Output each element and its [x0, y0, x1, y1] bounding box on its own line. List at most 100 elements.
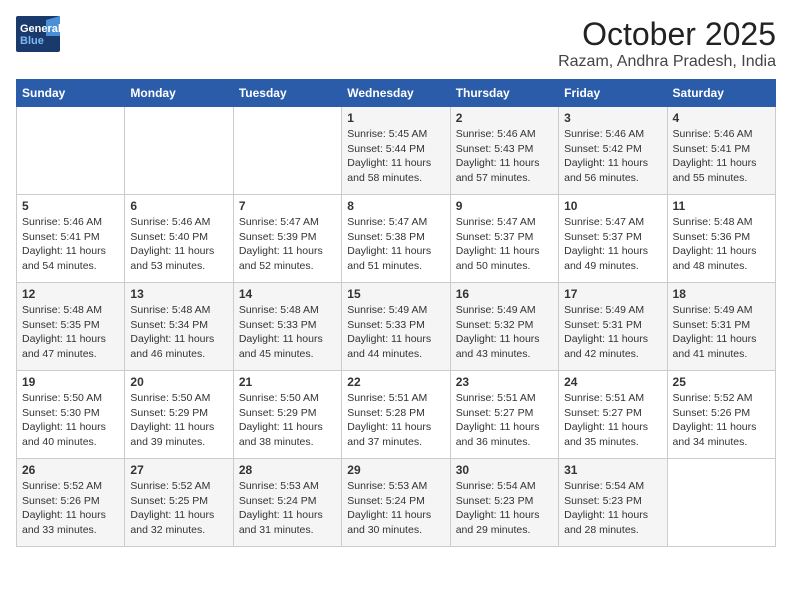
day-info: Sunrise: 5:51 AM Sunset: 5:27 PM Dayligh…: [564, 391, 661, 450]
day-info: Sunrise: 5:53 AM Sunset: 5:24 PM Dayligh…: [239, 479, 336, 538]
day-number: 10: [564, 199, 661, 213]
day-number: 11: [673, 199, 770, 213]
day-number: 23: [456, 375, 553, 389]
table-row: 17 Sunrise: 5:49 AM Sunset: 5:31 PM Dayli…: [559, 283, 667, 371]
calendar-week-row: 5 Sunrise: 5:46 AM Sunset: 5:41 PM Daylig…: [17, 195, 776, 283]
day-info: Sunrise: 5:46 AM Sunset: 5:43 PM Dayligh…: [456, 127, 553, 186]
day-number: 9: [456, 199, 553, 213]
table-row: 9 Sunrise: 5:47 AM Sunset: 5:37 PM Daylig…: [450, 195, 558, 283]
day-number: 8: [347, 199, 444, 213]
svg-text:Blue: Blue: [20, 35, 44, 47]
table-row: 10 Sunrise: 5:47 AM Sunset: 5:37 PM Dayli…: [559, 195, 667, 283]
day-number: 20: [130, 375, 227, 389]
day-number: 16: [456, 287, 553, 301]
col-sunday: Sunday: [17, 80, 125, 107]
day-info: Sunrise: 5:48 AM Sunset: 5:36 PM Dayligh…: [673, 215, 770, 274]
table-row: 18 Sunrise: 5:49 AM Sunset: 5:31 PM Dayli…: [667, 283, 775, 371]
day-number: 27: [130, 463, 227, 477]
day-info: Sunrise: 5:46 AM Sunset: 5:40 PM Dayligh…: [130, 215, 227, 274]
day-info: Sunrise: 5:50 AM Sunset: 5:29 PM Dayligh…: [239, 391, 336, 450]
table-row: 27 Sunrise: 5:52 AM Sunset: 5:25 PM Dayli…: [125, 459, 233, 547]
table-row: 3Sunrise: 5:46 AM Sunset: 5:42 PM Daylig…: [559, 107, 667, 195]
day-number: 7: [239, 199, 336, 213]
calendar-week-row: 19 Sunrise: 5:50 AM Sunset: 5:30 PM Dayli…: [17, 371, 776, 459]
day-number: 4: [673, 111, 770, 125]
day-info: Sunrise: 5:46 AM Sunset: 5:41 PM Dayligh…: [22, 215, 119, 274]
day-info: Sunrise: 5:54 AM Sunset: 5:23 PM Dayligh…: [456, 479, 553, 538]
day-info: Sunrise: 5:52 AM Sunset: 5:25 PM Dayligh…: [130, 479, 227, 538]
day-info: Sunrise: 5:48 AM Sunset: 5:34 PM Dayligh…: [130, 303, 227, 362]
calendar-header-row: Sunday Monday Tuesday Wednesday Thursday…: [17, 80, 776, 107]
col-thursday: Thursday: [450, 80, 558, 107]
table-row: 28 Sunrise: 5:53 AM Sunset: 5:24 PM Dayli…: [233, 459, 341, 547]
table-row: 29 Sunrise: 5:53 AM Sunset: 5:24 PM Dayli…: [342, 459, 450, 547]
table-row: 25 Sunrise: 5:52 AM Sunset: 5:26 PM Dayli…: [667, 371, 775, 459]
table-row: 23 Sunrise: 5:51 AM Sunset: 5:27 PM Dayli…: [450, 371, 558, 459]
day-number: 2: [456, 111, 553, 125]
svg-text:General: General: [20, 23, 60, 35]
day-info: Sunrise: 5:49 AM Sunset: 5:31 PM Dayligh…: [564, 303, 661, 362]
col-friday: Friday: [559, 80, 667, 107]
table-row: 16 Sunrise: 5:49 AM Sunset: 5:32 PM Dayli…: [450, 283, 558, 371]
day-info: Sunrise: 5:46 AM Sunset: 5:42 PM Dayligh…: [564, 127, 661, 186]
day-info: Sunrise: 5:49 AM Sunset: 5:33 PM Dayligh…: [347, 303, 444, 362]
col-tuesday: Tuesday: [233, 80, 341, 107]
day-info: Sunrise: 5:49 AM Sunset: 5:32 PM Dayligh…: [456, 303, 553, 362]
day-number: 29: [347, 463, 444, 477]
month-year: October 2025: [558, 16, 776, 53]
table-row: [125, 107, 233, 195]
day-info: Sunrise: 5:50 AM Sunset: 5:29 PM Dayligh…: [130, 391, 227, 450]
table-row: 12 Sunrise: 5:48 AM Sunset: 5:35 PM Dayli…: [17, 283, 125, 371]
day-info: Sunrise: 5:53 AM Sunset: 5:24 PM Dayligh…: [347, 479, 444, 538]
day-number: 12: [22, 287, 119, 301]
day-info: Sunrise: 5:46 AM Sunset: 5:41 PM Dayligh…: [673, 127, 770, 186]
col-saturday: Saturday: [667, 80, 775, 107]
day-info: Sunrise: 5:52 AM Sunset: 5:26 PM Dayligh…: [22, 479, 119, 538]
table-row: 21Sunrise: 5:50 AM Sunset: 5:29 PM Dayli…: [233, 371, 341, 459]
table-row: 1Sunrise: 5:45 AM Sunset: 5:44 PM Daylig…: [342, 107, 450, 195]
day-number: 5: [22, 199, 119, 213]
table-row: 30Sunrise: 5:54 AM Sunset: 5:23 PM Dayli…: [450, 459, 558, 547]
day-info: Sunrise: 5:49 AM Sunset: 5:31 PM Dayligh…: [673, 303, 770, 362]
day-number: 13: [130, 287, 227, 301]
calendar-week-row: 12 Sunrise: 5:48 AM Sunset: 5:35 PM Dayli…: [17, 283, 776, 371]
table-row: 13 Sunrise: 5:48 AM Sunset: 5:34 PM Dayli…: [125, 283, 233, 371]
table-row: 2 Sunrise: 5:46 AM Sunset: 5:43 PM Daylig…: [450, 107, 558, 195]
day-number: 26: [22, 463, 119, 477]
day-number: 28: [239, 463, 336, 477]
table-row: 7Sunrise: 5:47 AM Sunset: 5:39 PM Daylig…: [233, 195, 341, 283]
table-row: 22Sunrise: 5:51 AM Sunset: 5:28 PM Dayli…: [342, 371, 450, 459]
day-info: Sunrise: 5:52 AM Sunset: 5:26 PM Dayligh…: [673, 391, 770, 450]
day-info: Sunrise: 5:47 AM Sunset: 5:37 PM Dayligh…: [456, 215, 553, 274]
day-number: 6: [130, 199, 227, 213]
page-header: General Blue October 2025 Razam, Andhra …: [16, 16, 776, 71]
table-row: 19 Sunrise: 5:50 AM Sunset: 5:30 PM Dayli…: [17, 371, 125, 459]
day-number: 14: [239, 287, 336, 301]
table-row: 26 Sunrise: 5:52 AM Sunset: 5:26 PM Dayli…: [17, 459, 125, 547]
table-row: 4 Sunrise: 5:46 AM Sunset: 5:41 PM Daylig…: [667, 107, 775, 195]
table-row: [233, 107, 341, 195]
day-number: 18: [673, 287, 770, 301]
day-number: 19: [22, 375, 119, 389]
day-number: 31: [564, 463, 661, 477]
day-number: 25: [673, 375, 770, 389]
col-monday: Monday: [125, 80, 233, 107]
table-row: 11 Sunrise: 5:48 AM Sunset: 5:36 PM Dayli…: [667, 195, 775, 283]
calendar-week-row: 26 Sunrise: 5:52 AM Sunset: 5:26 PM Dayli…: [17, 459, 776, 547]
table-row: 5 Sunrise: 5:46 AM Sunset: 5:41 PM Daylig…: [17, 195, 125, 283]
day-number: 17: [564, 287, 661, 301]
day-info: Sunrise: 5:54 AM Sunset: 5:23 PM Dayligh…: [564, 479, 661, 538]
logo: General Blue: [16, 16, 64, 52]
day-number: 24: [564, 375, 661, 389]
day-info: Sunrise: 5:50 AM Sunset: 5:30 PM Dayligh…: [22, 391, 119, 450]
day-info: Sunrise: 5:48 AM Sunset: 5:35 PM Dayligh…: [22, 303, 119, 362]
table-row: 20 Sunrise: 5:50 AM Sunset: 5:29 PM Dayli…: [125, 371, 233, 459]
day-number: 1: [347, 111, 444, 125]
day-info: Sunrise: 5:51 AM Sunset: 5:28 PM Dayligh…: [347, 391, 444, 450]
day-info: Sunrise: 5:47 AM Sunset: 5:37 PM Dayligh…: [564, 215, 661, 274]
calendar-week-row: 1Sunrise: 5:45 AM Sunset: 5:44 PM Daylig…: [17, 107, 776, 195]
title-block: October 2025 Razam, Andhra Pradesh, Indi…: [558, 16, 776, 71]
day-number: 15: [347, 287, 444, 301]
day-info: Sunrise: 5:51 AM Sunset: 5:27 PM Dayligh…: [456, 391, 553, 450]
logo-icon: General Blue: [16, 16, 60, 52]
